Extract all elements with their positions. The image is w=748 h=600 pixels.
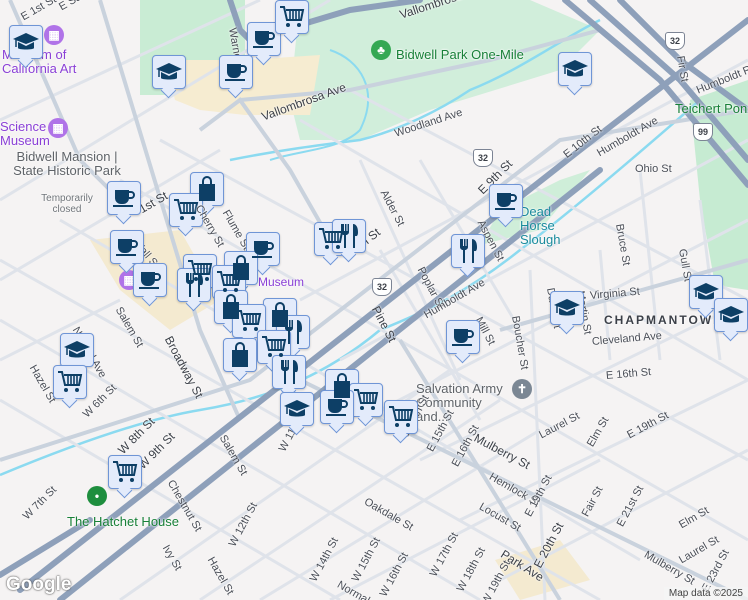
highway-32-shield: 32	[665, 32, 685, 50]
fork-knife-icon	[278, 359, 300, 385]
coffee-place-marker[interactable]	[247, 22, 281, 56]
graduation-cap-icon	[283, 398, 311, 420]
street-label: Ohio St	[635, 163, 672, 175]
place-pin-icon[interactable]: •	[87, 486, 107, 506]
place-label: The Hatchet House	[67, 514, 180, 529]
park-pin-icon[interactable]: ♣	[371, 40, 391, 60]
grad-place-marker[interactable]	[60, 333, 94, 367]
fork-knife-icon	[457, 238, 479, 264]
museum-pin-icon[interactable]: ▦	[48, 118, 68, 138]
coffee-cup-icon	[138, 269, 162, 291]
cart-place-marker[interactable]	[275, 0, 309, 34]
coffee-cup-icon	[451, 326, 475, 348]
coffee-cup-icon	[252, 28, 276, 50]
highway-32-shield: 32	[473, 149, 493, 167]
graduation-cap-icon	[561, 58, 589, 80]
shopping-cart-icon	[112, 460, 138, 484]
cart-place-marker[interactable]	[108, 455, 142, 489]
grad-place-marker[interactable]	[280, 392, 314, 426]
coffee-place-marker[interactable]	[219, 55, 253, 89]
graduation-cap-icon	[12, 31, 40, 53]
cart-place-marker[interactable]	[53, 365, 87, 399]
graduation-cap-icon	[717, 304, 745, 326]
coffee-cup-icon	[251, 238, 275, 260]
shopping-cart-icon	[353, 388, 379, 412]
grad-place-marker[interactable]	[152, 55, 186, 89]
park-label: Bidwell Park One-Mile	[396, 47, 524, 62]
coffee-place-marker[interactable]	[320, 390, 354, 424]
graduation-cap-icon	[155, 61, 183, 83]
cart-place-marker[interactable]	[232, 304, 266, 338]
graduation-cap-icon	[692, 281, 720, 303]
coffee-cup-icon	[325, 396, 349, 418]
bag-place-marker[interactable]	[223, 338, 257, 372]
shopping-cart-icon	[388, 405, 414, 429]
food-place-marker[interactable]	[272, 355, 306, 389]
park-label: Teichert Ponds	[675, 101, 748, 116]
church-pin-icon[interactable]: ✝	[512, 379, 532, 399]
map-canvas[interactable]: 32 32 32 99 ▦ ▦ ▦ ♣ ✝ • E Sacramento Ave…	[0, 0, 748, 600]
highway-32-shield: 32	[372, 278, 392, 296]
grad-place-marker[interactable]	[9, 25, 43, 59]
grad-place-marker[interactable]	[558, 52, 592, 86]
coffee-place-marker[interactable]	[107, 181, 141, 215]
grad-place-marker[interactable]	[550, 291, 584, 325]
food-place-marker[interactable]	[332, 219, 366, 253]
coffee-place-marker[interactable]	[133, 263, 167, 297]
shopping-cart-icon	[236, 309, 262, 333]
coffee-cup-icon	[494, 190, 518, 212]
map-attribution[interactable]: Map data ©2025	[663, 587, 748, 600]
graduation-cap-icon	[63, 339, 91, 361]
fork-knife-icon	[183, 272, 205, 298]
cart-place-marker[interactable]	[349, 383, 383, 417]
museum-label: Museum	[258, 275, 305, 289]
coffee-place-marker[interactable]	[446, 320, 480, 354]
coffee-cup-icon	[115, 236, 139, 258]
coffee-cup-icon	[112, 187, 136, 209]
highway-99-shield: 99	[693, 123, 713, 141]
google-logo[interactable]: Google	[6, 574, 71, 596]
museum-pin-icon[interactable]: ▦	[44, 25, 64, 45]
shopping-bag-icon	[229, 342, 251, 368]
shopping-cart-icon	[216, 270, 242, 294]
shopping-bag-icon	[196, 176, 218, 202]
coffee-place-marker[interactable]	[110, 230, 144, 264]
food-place-marker[interactable]	[451, 234, 485, 268]
cart-place-marker[interactable]	[384, 400, 418, 434]
shopping-cart-icon	[261, 335, 287, 359]
grad-place-marker[interactable]	[714, 298, 748, 332]
coffee-place-marker[interactable]	[489, 184, 523, 218]
slough-label: Dead Horse Slough	[520, 204, 561, 247]
fork-knife-icon	[338, 223, 360, 249]
status-label: Temporarily closed	[41, 193, 93, 215]
shopping-cart-icon	[279, 5, 305, 29]
museum-label: Science Museum	[0, 119, 50, 148]
bidwell-mansion-label: Bidwell Mansion | State Historic Park	[13, 149, 121, 178]
salvation-army-label: Salvation Army Community and...	[416, 381, 503, 424]
graduation-cap-icon	[553, 297, 581, 319]
coffee-cup-icon	[224, 61, 248, 83]
shopping-cart-icon	[57, 370, 83, 394]
